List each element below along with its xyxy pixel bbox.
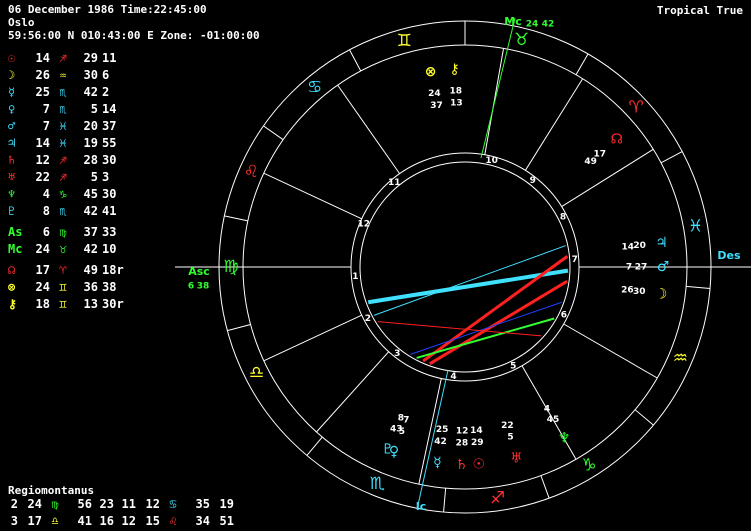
planet-glyph-icon: ♄: [455, 457, 468, 473]
planet-degree: 30: [633, 287, 646, 297]
house-number: 3: [394, 349, 400, 359]
aspect-line: [373, 245, 566, 316]
house-cusp-line: [263, 172, 362, 220]
house-cusp-line: [316, 351, 390, 433]
planet-minute: 14: [622, 243, 635, 253]
house-cusp-line: [563, 323, 658, 379]
sign-divider: [349, 49, 362, 72]
sign-divider: [306, 436, 323, 456]
mc-label: Mc: [504, 15, 521, 28]
house-cusp-line: [263, 314, 362, 362]
planet-minute: 7: [626, 263, 632, 273]
asc-label: Asc: [188, 265, 210, 278]
asc-degree: 6: [188, 282, 194, 292]
sign-divider: [634, 409, 654, 426]
sign-divider: [575, 53, 589, 75]
planet-degree: 27: [635, 263, 648, 273]
planet-minute: 25: [436, 425, 449, 435]
planet-degree: 43: [390, 425, 403, 435]
house-number: 10: [485, 156, 498, 166]
planet-degree: 5: [507, 433, 513, 443]
planet-glyph-icon: ☿: [433, 455, 442, 471]
planet-minute: 26: [621, 285, 634, 295]
house-cusp-line: [524, 78, 584, 171]
ic-label: Ic: [416, 500, 427, 513]
house-number: 2: [365, 314, 371, 324]
planet-glyph-icon: ☽: [655, 287, 668, 303]
zodiac-sign-icon: ♒: [673, 348, 688, 368]
house-cusp-line: [484, 48, 505, 155]
house-number: 11: [388, 178, 401, 188]
aspect-line: [416, 317, 555, 359]
planet-glyph-icon: ♅: [510, 450, 523, 466]
planet-glyph-icon: ♆: [558, 430, 571, 446]
planet-degree: 24: [428, 89, 441, 99]
aspect-line: [422, 255, 569, 363]
zodiac-sign-icon: ♌: [244, 162, 259, 182]
planet-glyph-icon: ♂: [657, 259, 670, 275]
house-number-ring: [350, 152, 580, 382]
sign-divider: [443, 488, 447, 513]
zodiac-sign-icon: ♓: [688, 216, 703, 236]
planet-glyph-icon: ♇: [381, 441, 394, 457]
mc-degree: 24: [526, 20, 539, 30]
zodiac-sign-icon: ♍: [223, 257, 238, 277]
house-number: 8: [560, 213, 566, 223]
des-label: Des: [717, 249, 741, 262]
sign-divider: [263, 125, 284, 141]
house-number: 4: [450, 372, 456, 382]
planet-minute: 4: [544, 405, 550, 415]
inner-ring: [359, 161, 571, 373]
zodiac-sign-icon: ♉: [514, 30, 529, 50]
planet-minute: 12: [456, 426, 469, 436]
zodiac-sign-icon: ♐: [490, 489, 505, 509]
asc-minute: 38: [197, 282, 210, 292]
planet-degree: 42: [434, 437, 447, 447]
sign-divider: [660, 151, 683, 164]
mc-axis: [480, 17, 516, 159]
zodiac-sign-icon: ♈: [629, 97, 644, 117]
sign-divider: [686, 285, 711, 289]
house-cusp-line: [561, 148, 654, 208]
planet-glyph-icon: ⊗: [425, 64, 437, 80]
planet-degree: 45: [547, 415, 560, 425]
planet-glyph-icon: ☉: [473, 457, 486, 473]
natal-chart-wheel: 123456789101112♊ ♉♈♓♒♑♐♏♎♍♌♋Mc 24 42Asc6 38D…: [175, 15, 751, 514]
planet-minute: 49: [584, 157, 597, 167]
aspect-line: [410, 301, 562, 355]
zodiac-sign-icon: ♑: [581, 455, 596, 475]
aspect-line: [428, 280, 568, 366]
planet-degree: 28: [456, 438, 469, 448]
planet-minute: 37: [430, 101, 443, 111]
sign-divider: [224, 215, 248, 222]
zodiac-sign-icon: ♊: [397, 31, 412, 51]
house-number: 1: [352, 272, 358, 282]
house-number: 5: [510, 361, 516, 371]
sign-divider: [227, 323, 251, 332]
planet-glyph-icon: ☊: [610, 132, 622, 148]
mc-minute: 42: [542, 20, 555, 30]
planet-minute: 14: [470, 426, 483, 436]
zodiac-sign-icon: ♎: [249, 363, 264, 383]
house-cusp-line: [337, 84, 401, 174]
house-number: 6: [561, 311, 567, 321]
planet-minute: 13: [450, 99, 463, 109]
sign-divider: [540, 475, 550, 499]
planet-degree: 18: [450, 87, 463, 97]
planet-minute: 22: [501, 421, 514, 431]
planet-glyph-icon: ⚷: [450, 61, 460, 77]
planet-degree: 29: [471, 438, 484, 448]
house-number: 9: [530, 176, 536, 186]
planet-minute: 8: [398, 413, 404, 423]
planet-glyph-icon: ♃: [655, 235, 668, 251]
house-number: 7: [572, 255, 578, 265]
zodiac-sign-icon: ♋: [307, 78, 322, 98]
planet-degree: 20: [633, 241, 646, 251]
house-number: 12: [357, 220, 370, 230]
zodiac-sign-icon: ♏: [370, 474, 385, 494]
